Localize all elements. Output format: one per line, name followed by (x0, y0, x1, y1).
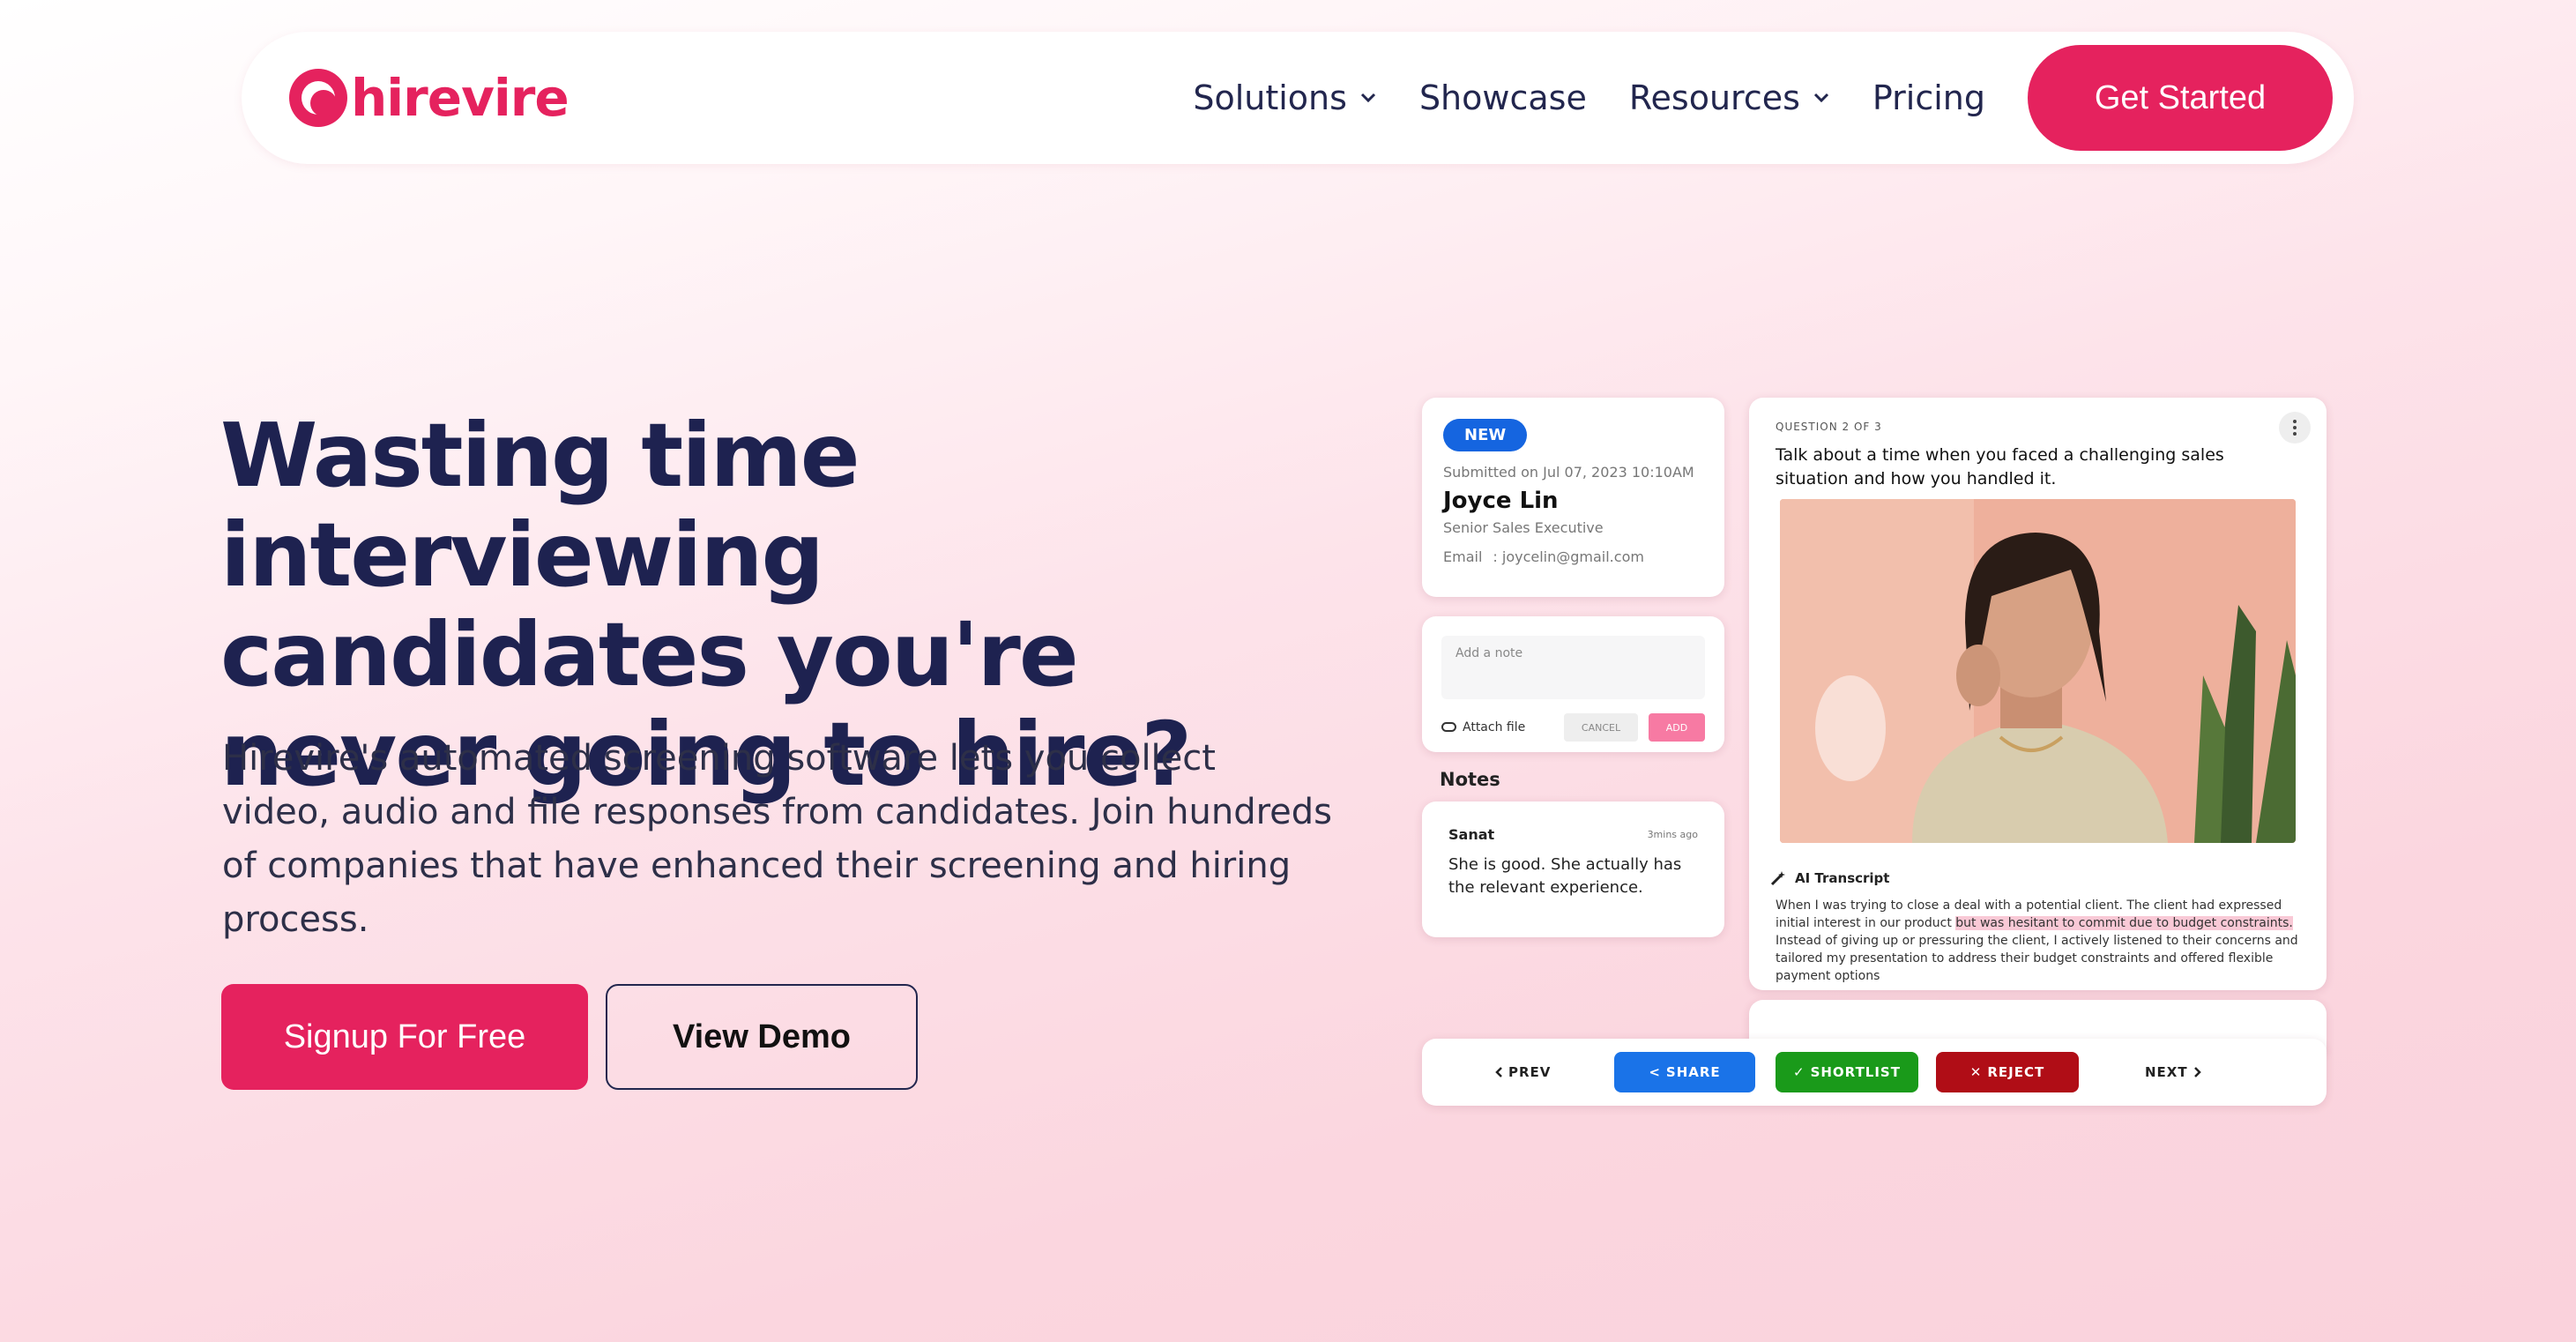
note-text: She is good. She actually has the releva… (1448, 855, 1682, 897)
chevron-down-icon (1360, 93, 1375, 103)
email-label: Email (1443, 548, 1483, 565)
signup-button[interactable]: Signup For Free (221, 984, 588, 1090)
transcript-text: Instead of giving up or pressuring the c… (1776, 934, 2298, 983)
ai-transcript-text: When I was trying to close a deal with a… (1776, 897, 2304, 985)
prev-button[interactable]: PREV (1494, 1052, 1551, 1092)
share-label: SHARE (1665, 1064, 1721, 1080)
question-counter: QUESTION 2 OF 3 (1776, 421, 1882, 433)
more-options-icon[interactable] (2279, 412, 2311, 444)
share-icon: < (1649, 1064, 1661, 1080)
nav-item-solutions[interactable]: Solutions (1193, 78, 1377, 117)
magic-wand-icon (1770, 871, 1785, 886)
nav-item-resources[interactable]: Resources (1629, 78, 1830, 117)
view-demo-button[interactable]: View Demo (606, 984, 918, 1090)
close-icon: ✕ (1969, 1064, 1983, 1080)
next-label: NEXT (2145, 1064, 2188, 1080)
note-item: Sanat 3mins ago She is good. She actuall… (1422, 801, 1724, 937)
nav-item-label: Solutions (1193, 78, 1347, 117)
note-card: Add a note Attach file CANCEL ADD (1422, 616, 1724, 752)
share-button[interactable]: < SHARE (1614, 1052, 1755, 1092)
cancel-note-button[interactable]: CANCEL (1564, 713, 1638, 742)
nav-item-showcase[interactable]: Showcase (1419, 78, 1587, 117)
brand-name: hirevire (351, 68, 570, 128)
nav-item-pricing[interactable]: Pricing (1872, 78, 1985, 117)
nav-item-label: Resources (1628, 78, 1800, 117)
action-bar: PREV < SHARE ✓ SHORTLIST ✕ REJECT NEXT (1422, 1039, 2327, 1106)
question-text: Talk about a time when you faced a chall… (1776, 445, 2224, 488)
nav-menu: Solutions Showcase Resources Pricing Get… (1150, 45, 2333, 151)
new-badge: NEW (1443, 419, 1528, 451)
chevron-left-icon (1495, 1067, 1502, 1077)
prev-label: PREV (1508, 1064, 1552, 1080)
note-input[interactable]: Add a note (1441, 636, 1705, 699)
hero-description: Hirevire's automated screening software … (222, 738, 1333, 940)
ai-transcript-header: AI Transcript (1770, 870, 1889, 886)
attach-file-label: Attach file (1463, 720, 1526, 734)
candidate-role: Senior Sales Executive (1443, 519, 1604, 536)
shortlist-button[interactable]: ✓ SHORTLIST (1776, 1052, 1918, 1092)
shortlist-label: SHORTLIST (1810, 1064, 1901, 1080)
candidate-card: NEW Submitted on Jul 07, 2023 10:10AM Jo… (1422, 398, 1724, 597)
transcript-highlight: but was hesitant to commit due to budget… (1955, 916, 2293, 930)
note-author: Sanat (1448, 826, 1495, 843)
get-started-button[interactable]: Get Started (2028, 45, 2333, 151)
notes-heading: Notes (1440, 769, 1500, 790)
top-navbar: hirevire Solutions Showcase Resources Pr… (242, 32, 2354, 164)
reject-button[interactable]: ✕ REJECT (1936, 1052, 2079, 1092)
submitted-date: Submitted on Jul 07, 2023 10:10AM (1443, 464, 1694, 481)
candidate-video-frame (1780, 499, 2296, 843)
ai-transcript-heading: AI Transcript (1795, 870, 1890, 886)
check-icon: ✓ (1793, 1064, 1805, 1080)
candidate-email-row: Email : joycelin@gmail.com (1443, 548, 1703, 565)
chevron-right-icon (2193, 1067, 2201, 1077)
chevron-down-icon (1813, 93, 1828, 103)
note-placeholder: Add a note (1456, 646, 1523, 660)
brand-logo[interactable]: hirevire (289, 68, 570, 128)
nav-item-label: Pricing (1872, 78, 1985, 117)
question-card: QUESTION 2 OF 3 Talk about a time when y… (1749, 398, 2327, 990)
reject-label: REJECT (1987, 1064, 2045, 1080)
paperclip-icon (1441, 722, 1456, 732)
candidate-video[interactable] (1780, 499, 2296, 843)
candidate-email: : joycelin@gmail.com (1493, 548, 1644, 565)
note-time: 3mins ago (1647, 829, 1698, 840)
attach-file-button[interactable]: Attach file (1441, 720, 1525, 734)
next-button[interactable]: NEXT (2145, 1052, 2202, 1092)
add-note-button[interactable]: ADD (1649, 713, 1705, 742)
candidate-name: Joyce Lin (1443, 488, 1559, 514)
hirevire-logo-icon (289, 69, 347, 127)
nav-item-label: Showcase (1418, 78, 1587, 117)
